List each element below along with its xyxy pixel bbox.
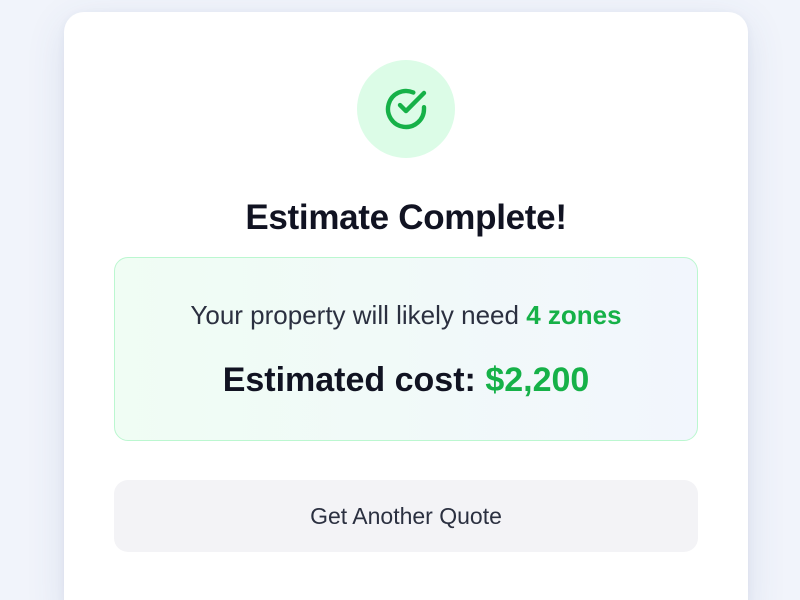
zones-value: 4 zones <box>526 300 622 330</box>
estimate-summary-box: Your property will likely need 4 zones E… <box>114 257 698 441</box>
page-title: Estimate Complete! <box>245 198 567 237</box>
cost-value: $2,200 <box>485 361 590 399</box>
get-another-quote-button[interactable]: Get Another Quote <box>114 480 698 552</box>
success-icon-badge <box>357 60 455 158</box>
cost-label: Estimated cost: <box>222 361 486 399</box>
zones-label: Your property will likely need <box>190 300 527 330</box>
estimate-result-card: Estimate Complete! Your property will li… <box>64 12 748 600</box>
zones-summary: Your property will likely need 4 zones <box>115 300 697 331</box>
cost-summary: Estimated cost: $2,200 <box>115 361 697 400</box>
check-circle-icon <box>385 88 427 130</box>
